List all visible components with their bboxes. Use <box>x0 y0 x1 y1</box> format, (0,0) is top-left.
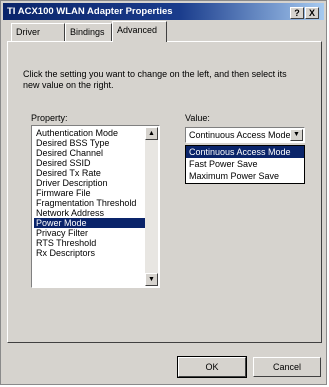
property-item-desired-channel[interactable]: Desired Channel <box>34 148 146 158</box>
value-label: Value: <box>185 113 210 123</box>
title-bar: TI ACX100 WLAN Adapter Properties ? X <box>3 3 324 20</box>
property-item-firmware-file[interactable]: Firmware File <box>34 188 146 198</box>
scroll-down-arrow-icon[interactable]: ▼ <box>145 273 158 286</box>
window-title: TI ACX100 WLAN Adapter Properties <box>7 6 173 17</box>
property-item-privacy-filter[interactable]: Privacy Filter <box>34 228 146 238</box>
property-item-network-address[interactable]: Network Address <box>34 208 146 218</box>
value-dropdown-list[interactable]: Continuous Access Mode Fast Power Save M… <box>185 145 305 184</box>
property-listbox[interactable]: Authentication Mode Desired BSS Type Des… <box>31 125 160 288</box>
tab-advanced[interactable]: Advanced <box>112 21 167 42</box>
property-item-fragmentation-threshold[interactable]: Fragmentation Threshold <box>34 198 146 208</box>
property-list: Authentication Mode Desired BSS Type Des… <box>34 128 146 258</box>
dropdown-arrow-icon[interactable]: ▼ <box>290 129 303 141</box>
value-option-continuous-access-mode[interactable]: Continuous Access Mode <box>186 146 304 158</box>
scroll-up-arrow-icon[interactable]: ▲ <box>145 127 158 140</box>
property-item-desired-bss-type[interactable]: Desired BSS Type <box>34 138 146 148</box>
property-item-authentication-mode[interactable]: Authentication Mode <box>34 128 146 138</box>
property-item-desired-tx-rate[interactable]: Desired Tx Rate <box>34 168 146 178</box>
tab-bindings[interactable]: Bindings <box>65 23 112 41</box>
tab-driver-type[interactable]: Driver Type <box>11 23 65 53</box>
ok-button[interactable]: OK <box>177 356 247 378</box>
value-option-maximum-power-save[interactable]: Maximum Power Save <box>186 170 304 182</box>
property-scrollbar[interactable]: ▲ ▼ <box>145 127 158 286</box>
value-combobox-text: Continuous Access Mode <box>189 130 291 140</box>
properties-window: TI ACX100 WLAN Adapter Properties ? X Dr… <box>0 0 327 385</box>
property-item-power-mode[interactable]: Power Mode <box>34 218 146 228</box>
property-label: Property: <box>31 113 68 123</box>
value-option-fast-power-save[interactable]: Fast Power Save <box>186 158 304 170</box>
property-item-driver-description[interactable]: Driver Description <box>34 178 146 188</box>
help-button[interactable]: ? <box>290 7 304 19</box>
value-combobox[interactable]: Continuous Access Mode ▼ <box>185 127 305 143</box>
property-item-desired-ssid[interactable]: Desired SSID <box>34 158 146 168</box>
cancel-button[interactable]: Cancel <box>253 357 321 377</box>
property-item-rx-descriptors[interactable]: Rx Descriptors <box>34 248 146 258</box>
close-button[interactable]: X <box>305 7 319 19</box>
instructions-text: Click the setting you want to change on … <box>23 69 287 90</box>
property-item-rts-threshold[interactable]: RTS Threshold <box>34 238 146 248</box>
